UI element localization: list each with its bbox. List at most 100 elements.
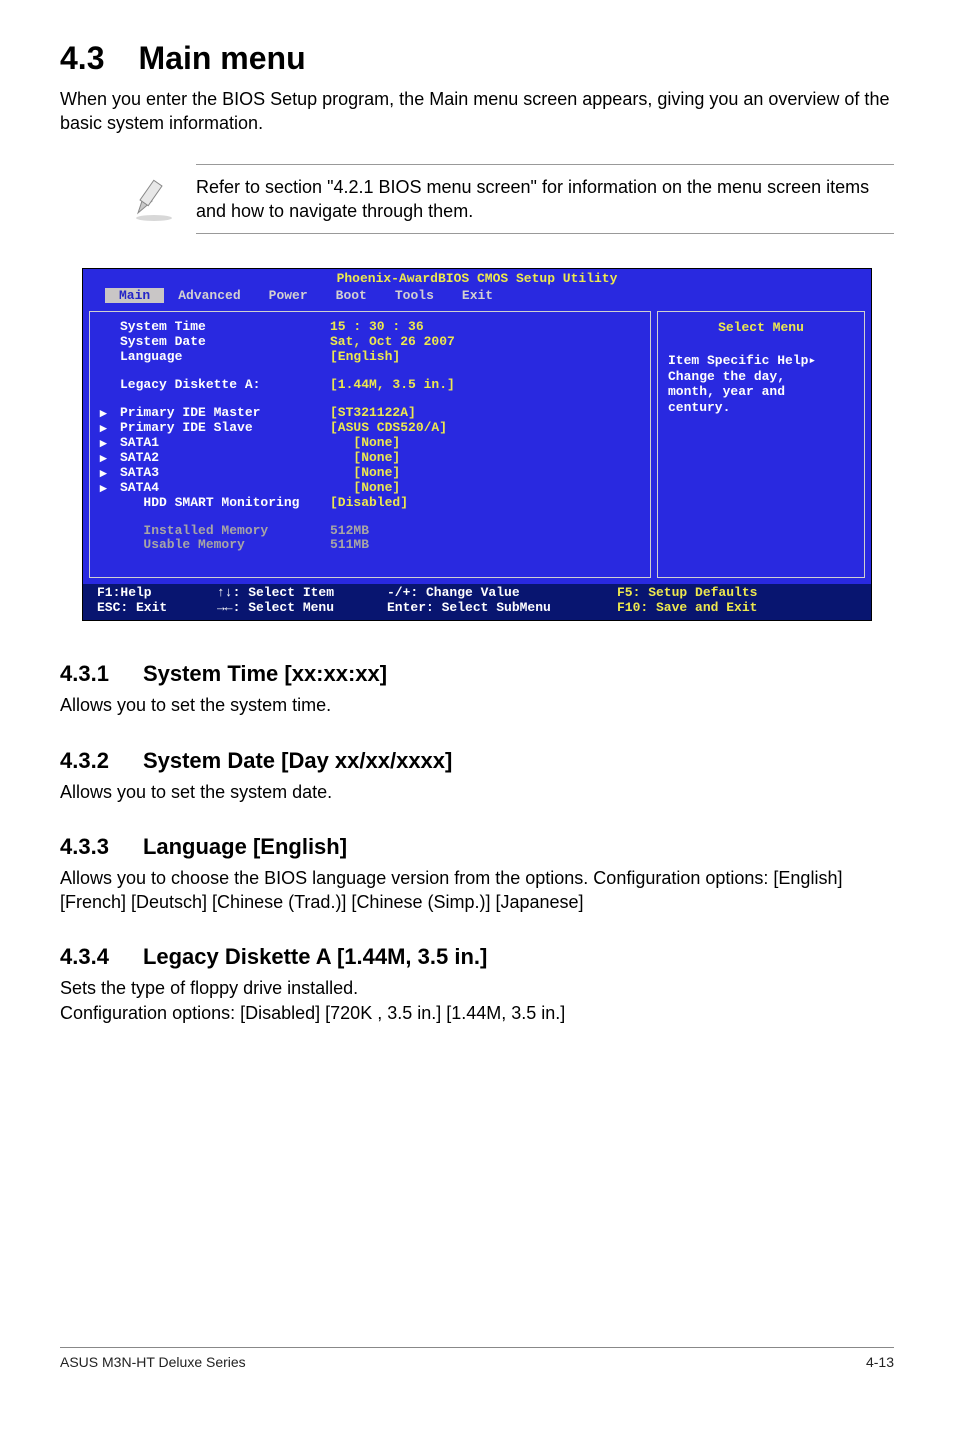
submenu-arrow-icon	[100, 538, 120, 553]
note-text: Refer to section "4.2.1 BIOS menu screen…	[196, 175, 894, 224]
bios-tab-power[interactable]: Power	[255, 288, 322, 303]
bios-setting-value: [None]	[330, 436, 400, 451]
bios-key-select-item: ↑↓: Select Item	[217, 586, 387, 601]
bios-help-panel: Select Menu Item Specific Help▸ Change t…	[657, 311, 865, 578]
bios-key-select-menu: →←: Select Menu	[217, 601, 387, 616]
subsection-body: Allows you to choose the BIOS language v…	[60, 866, 894, 915]
subsection-body: Sets the type of floppy drive installed.…	[60, 976, 894, 1025]
subsection-number: 4.3.1	[60, 661, 109, 687]
bios-setting-row[interactable]: Language[English]	[100, 350, 640, 365]
bios-setting-row[interactable]: HDD SMART Monitoring[Disabled]	[100, 496, 640, 511]
bios-setting-value: [None]	[330, 466, 400, 481]
bios-setting-row[interactable]: System Time15 : 30 : 36	[100, 320, 640, 335]
submenu-arrow-icon: ▸	[100, 466, 120, 481]
submenu-arrow-icon	[100, 496, 120, 511]
bios-tab-exit[interactable]: Exit	[448, 288, 507, 303]
bios-setting-value: [1.44M, 3.5 in.]	[330, 378, 455, 393]
bios-setting-label: Usable Memory	[120, 538, 330, 553]
bios-setting-label: System Date	[120, 335, 330, 350]
bios-key-save-exit: F10: Save and Exit	[617, 601, 757, 616]
submenu-arrow-icon: ▸	[100, 481, 120, 496]
bios-tab-tools[interactable]: Tools	[381, 288, 448, 303]
subsection-heading: 4.3.3 Language [English]	[60, 834, 894, 860]
bios-setting-row[interactable]: ▸SATA3 [None]	[100, 466, 640, 481]
bios-setting-value: 512MB	[330, 524, 369, 539]
pencil-icon	[130, 175, 178, 223]
bios-setting-label: SATA3	[120, 466, 330, 481]
bios-tab-main[interactable]: Main	[105, 288, 164, 303]
bios-setting-row[interactable]: ▸Primary IDE Master[ST321122A]	[100, 406, 640, 421]
bios-help-title: Select Menu	[668, 320, 854, 335]
section-intro: When you enter the BIOS Setup program, t…	[60, 87, 894, 136]
subsection-number: 4.3.4	[60, 944, 109, 970]
bios-key-defaults: F5: Setup Defaults	[617, 586, 757, 601]
bios-setting-row[interactable]: ▸SATA2 [None]	[100, 451, 640, 466]
bios-help-body: Item Specific Help▸ Change the day, mont…	[668, 353, 854, 415]
submenu-arrow-icon	[100, 524, 120, 539]
bios-setting-value: 15 : 30 : 36	[330, 320, 424, 335]
bios-setting-label: Primary IDE Slave	[120, 421, 330, 436]
bios-setting-row[interactable]: Legacy Diskette A:[1.44M, 3.5 in.]	[100, 378, 640, 393]
submenu-arrow-icon: ▸	[100, 451, 120, 466]
page-footer: ASUS M3N-HT Deluxe Series 4-13	[60, 1347, 894, 1370]
bios-setting-label: SATA2	[120, 451, 330, 466]
bios-tab-advanced[interactable]: Advanced	[164, 288, 254, 303]
bios-setting-row[interactable]: ▸SATA4 [None]	[100, 481, 640, 496]
bios-setting-row[interactable]: Installed Memory512MB	[100, 524, 640, 539]
subsection-body: Allows you to set the system date.	[60, 780, 894, 804]
bios-key-submenu: Enter: Select SubMenu	[387, 601, 617, 616]
footer-page-number: 4-13	[866, 1354, 894, 1370]
subsection-heading: 4.3.4 Legacy Diskette A [1.44M, 3.5 in.]	[60, 944, 894, 970]
section-number: 4.3	[60, 40, 104, 77]
submenu-arrow-icon: ▸	[100, 436, 120, 451]
bios-setting-row[interactable]: System DateSat, Oct 26 2007	[100, 335, 640, 350]
bios-setting-value: [Disabled]	[330, 496, 408, 511]
bios-setting-label: Language	[120, 350, 330, 365]
section-title-text: Main menu	[138, 40, 305, 76]
bios-setting-label: Legacy Diskette A:	[120, 378, 330, 393]
bios-footer: F1:Help↑↓: Select Item-/+: Change ValueF…	[83, 584, 871, 620]
bios-key-exit: ESC: Exit	[97, 601, 217, 616]
bios-tab-boot[interactable]: Boot	[322, 288, 381, 303]
submenu-arrow-icon	[100, 350, 120, 365]
submenu-arrow-icon	[100, 320, 120, 335]
bios-setting-label: SATA1	[120, 436, 330, 451]
footer-product: ASUS M3N-HT Deluxe Series	[60, 1354, 246, 1370]
bios-key-help: F1:Help	[97, 586, 217, 601]
subsection-title: Legacy Diskette A [1.44M, 3.5 in.]	[143, 944, 487, 969]
bios-setting-value: [None]	[330, 451, 400, 466]
bios-setting-label: Installed Memory	[120, 524, 330, 539]
bios-setting-label: HDD SMART Monitoring	[120, 496, 330, 511]
subsection-title: System Time [xx:xx:xx]	[143, 661, 387, 686]
bios-menu-bar: Main Advanced Power Boot Tools Exit	[83, 288, 871, 307]
submenu-arrow-icon	[100, 335, 120, 350]
subsection-number: 4.3.3	[60, 834, 109, 860]
bios-key-change-value: -/+: Change Value	[387, 586, 617, 601]
bios-setting-value: [ST321122A]	[330, 406, 416, 421]
section-heading: 4.3 Main menu	[60, 40, 894, 77]
bios-setting-label: Primary IDE Master	[120, 406, 330, 421]
bios-setting-label: SATA4	[120, 481, 330, 496]
bios-setting-value: [None]	[330, 481, 400, 496]
bios-setting-value: [English]	[330, 350, 400, 365]
submenu-arrow-icon: ▸	[100, 406, 120, 421]
submenu-arrow-icon	[100, 378, 120, 393]
bios-setting-row[interactable]: Usable Memory511MB	[100, 538, 640, 553]
bios-setting-value: [ASUS CDS520/A]	[330, 421, 447, 436]
bios-setting-row[interactable]: ▸Primary IDE Slave[ASUS CDS520/A]	[100, 421, 640, 436]
subsection-heading: 4.3.2 System Date [Day xx/xx/xxxx]	[60, 748, 894, 774]
bios-setting-value: 511MB	[330, 538, 369, 553]
note-box: Refer to section "4.2.1 BIOS menu screen…	[130, 154, 894, 249]
subsection-title: Language [English]	[143, 834, 347, 859]
submenu-arrow-icon: ▸	[100, 421, 120, 436]
subsection-title: System Date [Day xx/xx/xxxx]	[143, 748, 452, 773]
bios-setting-value: Sat, Oct 26 2007	[330, 335, 455, 350]
bios-main-panel: System Time15 : 30 : 36 System DateSat, …	[89, 311, 651, 578]
bios-setting-row[interactable]: ▸SATA1 [None]	[100, 436, 640, 451]
bios-screenshot: Phoenix-AwardBIOS CMOS Setup Utility Mai…	[82, 268, 872, 621]
subsection-body: Allows you to set the system time.	[60, 693, 894, 717]
subsection-number: 4.3.2	[60, 748, 109, 774]
subsection-heading: 4.3.1 System Time [xx:xx:xx]	[60, 661, 894, 687]
bios-setting-label: System Time	[120, 320, 330, 335]
bios-title: Phoenix-AwardBIOS CMOS Setup Utility	[83, 269, 871, 288]
